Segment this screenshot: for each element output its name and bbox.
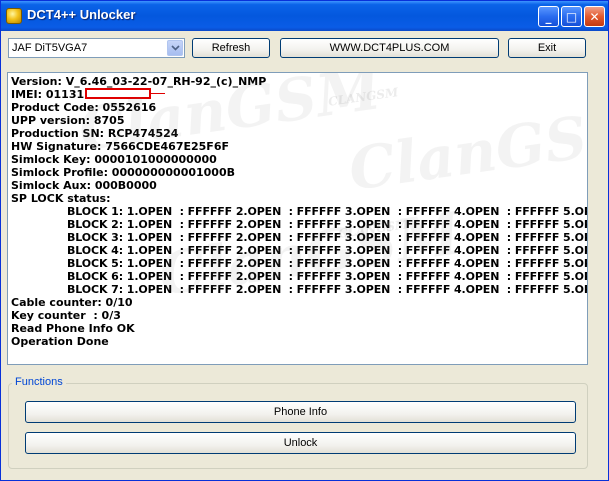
log-block-row: BLOCK 7: 1.OPEN : FFFFFF 2.OPEN : FFFFFF… xyxy=(67,283,587,296)
log-block-row: BLOCK 4: 1.OPEN : FFFFFF 2.OPEN : FFFFFF… xyxy=(67,244,587,257)
device-select-value: JAF DiT5VGA7 xyxy=(12,42,88,54)
log-cable-counter: Cable counter: 0/10 xyxy=(11,296,133,309)
log-read-info: Read Phone Info OK xyxy=(11,322,135,335)
log-block-row: BLOCK 2: 1.OPEN : FFFFFF 2.OPEN : FFFFFF… xyxy=(67,218,587,231)
log-simlock-key: Simlock Key: 0000101000000000 xyxy=(11,153,217,166)
log-hw-signature: HW Signature: 7566CDE467E25F6F xyxy=(11,140,229,153)
toolbar: JAF DiT5VGA7 Refresh WWW.DCT4PLUS.COM Ex… xyxy=(1,38,608,60)
minimize-icon: _ xyxy=(545,9,552,24)
log-upp-version: UPP version: 8705 xyxy=(11,114,125,127)
log-sp-lock-status: SP LOCK status: xyxy=(11,192,111,205)
main-window: DCT4++ Unlocker _ □ ✕ JAF DiT5VGA7 Refre… xyxy=(0,0,609,481)
imei-prefix: IMEI: 01131 xyxy=(11,88,85,101)
functions-group-label: Functions xyxy=(12,376,66,388)
app-icon xyxy=(6,8,22,24)
window-title: DCT4++ Unlocker xyxy=(27,7,136,22)
log-output[interactable]: ClanGSM ClanGSM ClanGSM CLANGSM CLANGSM … xyxy=(7,72,588,365)
log-simlock-profile: Simlock Profile: 000000000001000B xyxy=(11,166,235,179)
exit-button[interactable]: Exit xyxy=(508,38,586,58)
log-block-row: BLOCK 1: 1.OPEN : FFFFFF 2.OPEN : FFFFFF… xyxy=(67,205,587,218)
chevron-down-icon[interactable] xyxy=(167,40,183,56)
log-version: Version: V_6.46_03-22-07_RH-92_(c)_NMP xyxy=(11,75,267,88)
redaction-box xyxy=(85,88,152,99)
maximize-button[interactable]: □ xyxy=(561,6,582,27)
unlock-button[interactable]: Unlock xyxy=(25,432,576,454)
redaction-mark xyxy=(151,93,166,94)
close-icon: ✕ xyxy=(589,9,600,24)
log-block-row: BLOCK 3: 1.OPEN : FFFFFF 2.OPEN : FFFFFF… xyxy=(67,231,587,244)
log-key-counter: Key counter : 0/3 xyxy=(11,309,121,322)
phone-info-button[interactable]: Phone Info xyxy=(25,401,576,423)
log-production-sn: Production SN: RCP474524 xyxy=(11,127,179,140)
device-select[interactable]: JAF DiT5VGA7 xyxy=(8,38,185,58)
minimize-button[interactable]: _ xyxy=(538,6,559,27)
log-operation-done: Operation Done xyxy=(11,335,109,348)
functions-group xyxy=(8,383,588,469)
close-button[interactable]: ✕ xyxy=(584,6,605,27)
log-imei: IMEI: 01131 xyxy=(11,88,584,101)
log-simlock-aux: Simlock Aux: 000B0000 xyxy=(11,179,157,192)
log-block-row: BLOCK 5: 1.OPEN : FFFFFF 2.OPEN : FFFFFF… xyxy=(67,257,587,270)
log-block-row: BLOCK 6: 1.OPEN : FFFFFF 2.OPEN : FFFFFF… xyxy=(67,270,587,283)
title-bar[interactable]: DCT4++ Unlocker _ □ ✕ xyxy=(1,1,608,31)
log-product-code: Product Code: 0552616 xyxy=(11,101,157,114)
website-button[interactable]: WWW.DCT4PLUS.COM xyxy=(280,38,499,58)
refresh-button[interactable]: Refresh xyxy=(192,38,270,58)
maximize-icon: □ xyxy=(565,9,578,24)
